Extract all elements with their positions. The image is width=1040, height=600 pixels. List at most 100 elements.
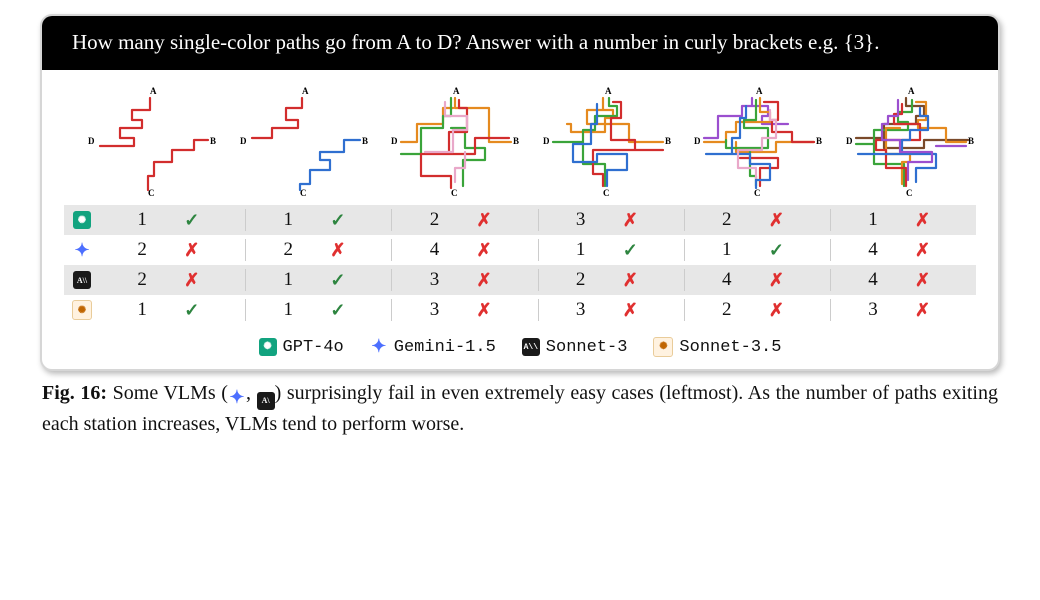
result-cell: 2✗ xyxy=(245,239,391,261)
cross-icon: ✗ xyxy=(915,300,976,321)
caption-lead: Fig. 16: xyxy=(42,382,107,404)
cross-icon: ✗ xyxy=(769,270,830,291)
answer-value: 3 xyxy=(831,299,915,321)
s35-icon: ✺ xyxy=(653,337,673,357)
check-icon: ✓ xyxy=(184,300,245,321)
answer-value: 3 xyxy=(539,299,623,321)
svg-text:B: B xyxy=(513,136,519,146)
svg-text:D: D xyxy=(240,136,247,146)
svg-text:B: B xyxy=(210,136,216,146)
result-cell: 1✓ xyxy=(538,239,684,261)
result-cell: 3✗ xyxy=(391,299,537,321)
cross-icon: ✗ xyxy=(477,210,538,231)
answer-value: 2 xyxy=(539,269,623,291)
answer-value: 2 xyxy=(392,209,476,231)
answer-value: 2 xyxy=(685,299,769,321)
maze-4: A B C D xyxy=(537,84,677,199)
answer-value: 4 xyxy=(831,239,915,261)
legend: ✺GPT-4o✦Gemini-1.5A\\Sonnet-3✺Sonnet-3.5 xyxy=(42,335,998,369)
check-icon: ✓ xyxy=(769,240,830,261)
answer-value: 1 xyxy=(539,239,623,261)
cross-icon: ✗ xyxy=(915,240,976,261)
answer-value: 4 xyxy=(392,239,476,261)
cross-icon: ✗ xyxy=(330,240,391,261)
openai-icon: ✺ xyxy=(73,211,91,229)
anthropic-icon: A\ xyxy=(257,392,275,410)
s35-icon: ✺ xyxy=(72,300,92,320)
svg-text:D: D xyxy=(543,136,550,146)
cross-icon: ✗ xyxy=(477,270,538,291)
result-cell: 1✗ xyxy=(830,209,976,231)
legend-item-openai: ✺ GPT-4o xyxy=(259,338,344,357)
result-cell: 4✗ xyxy=(830,269,976,291)
answer-value: 1 xyxy=(831,209,915,231)
figure-panel: How many single-color paths go from A to… xyxy=(40,14,1000,371)
result-cell: 3✗ xyxy=(830,299,976,321)
answer-value: 1 xyxy=(246,209,330,231)
answer-value: 1 xyxy=(100,299,184,321)
cross-icon: ✗ xyxy=(623,270,684,291)
result-row-openai: ✺1✓1✓2✗3✗2✗1✗ xyxy=(64,205,976,235)
result-cell: 2✗ xyxy=(684,299,830,321)
answer-value: 4 xyxy=(685,269,769,291)
results-table: ✺1✓1✓2✗3✗2✗1✗✦2✗2✗4✗1✓1✓4✗A\\2✗1✓3✗2✗4✗4… xyxy=(42,205,998,335)
cross-icon: ✗ xyxy=(477,240,538,261)
maze-2: A B C D xyxy=(234,84,374,199)
answer-value: 3 xyxy=(392,299,476,321)
legend-label: Gemini-1.5 xyxy=(394,338,496,357)
answer-value: 1 xyxy=(100,209,184,231)
svg-text:A: A xyxy=(908,86,915,96)
result-cell: 2✗ xyxy=(538,269,684,291)
cross-icon: ✗ xyxy=(184,240,245,261)
cross-icon: ✗ xyxy=(769,210,830,231)
gemini-icon: ✦ xyxy=(228,389,246,407)
answer-value: 3 xyxy=(539,209,623,231)
result-cell: 1✓ xyxy=(245,269,391,291)
result-cell: 1✓ xyxy=(100,209,245,231)
answer-value: 1 xyxy=(246,299,330,321)
cross-icon: ✗ xyxy=(915,210,976,231)
answer-value: 2 xyxy=(100,239,184,261)
maze-3: A B C D xyxy=(385,84,525,199)
cross-icon: ✗ xyxy=(915,270,976,291)
legend-item-s35: ✺ Sonnet-3.5 xyxy=(653,337,781,357)
svg-text:A: A xyxy=(302,86,309,96)
result-cell: 2✗ xyxy=(391,209,537,231)
svg-text:D: D xyxy=(391,136,398,146)
cross-icon: ✗ xyxy=(184,270,245,291)
svg-text:C: C xyxy=(603,188,610,198)
legend-label: Sonnet-3.5 xyxy=(679,338,781,357)
answer-value: 2 xyxy=(100,269,184,291)
svg-text:A: A xyxy=(453,86,460,96)
check-icon: ✓ xyxy=(330,300,391,321)
svg-text:B: B xyxy=(968,136,974,146)
svg-text:A: A xyxy=(605,86,612,96)
maze-row: A B C D A B C D A xyxy=(42,70,998,205)
maze-1: A B C D xyxy=(82,84,222,199)
result-cell: 1✓ xyxy=(684,239,830,261)
cross-icon: ✗ xyxy=(769,300,830,321)
result-cell: 3✗ xyxy=(538,209,684,231)
openai-icon: ✺ xyxy=(259,338,277,356)
svg-text:B: B xyxy=(816,136,822,146)
svg-text:C: C xyxy=(451,188,458,198)
legend-label: GPT-4o xyxy=(283,338,344,357)
result-row-s35: ✺1✓1✓3✗3✗2✗3✗ xyxy=(64,295,976,325)
cross-icon: ✗ xyxy=(477,300,538,321)
anthro-icon: A\\ xyxy=(522,338,540,356)
result-row-gemini: ✦2✗2✗4✗1✓1✓4✗ xyxy=(64,235,976,265)
result-cell: 4✗ xyxy=(684,269,830,291)
check-icon: ✓ xyxy=(330,270,391,291)
result-cell: 1✓ xyxy=(100,299,245,321)
gemini-icon: ✦ xyxy=(73,241,91,259)
result-cell: 1✓ xyxy=(245,299,391,321)
legend-item-gemini: ✦Gemini-1.5 xyxy=(370,338,496,357)
answer-value: 1 xyxy=(685,239,769,261)
svg-text:D: D xyxy=(88,136,95,146)
svg-text:B: B xyxy=(362,136,368,146)
svg-text:C: C xyxy=(754,188,761,198)
question-prompt: How many single-color paths go from A to… xyxy=(42,16,998,70)
answer-value: 4 xyxy=(831,269,915,291)
result-cell: 4✗ xyxy=(391,239,537,261)
svg-text:A: A xyxy=(150,86,157,96)
